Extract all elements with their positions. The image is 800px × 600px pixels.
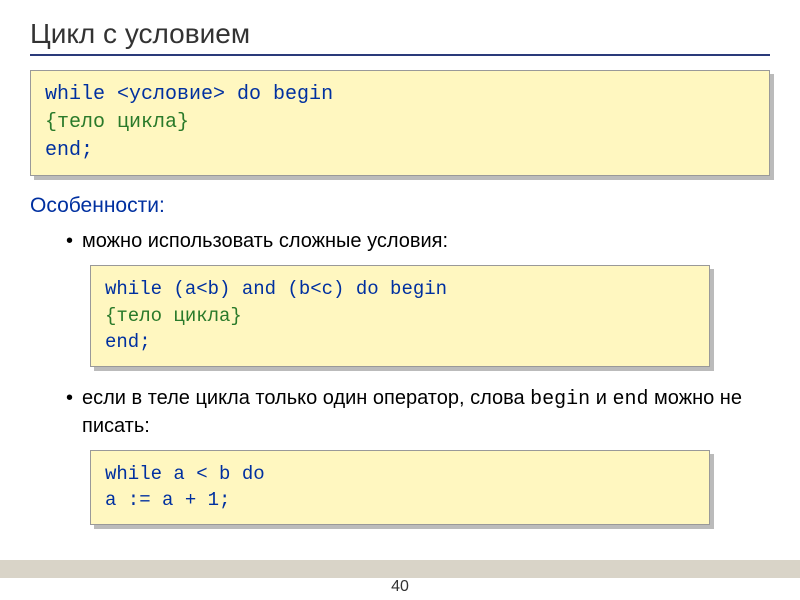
example2-code-box: while a < b do a := a + 1;	[90, 450, 710, 525]
slide-content: Цикл с условием while <условие> do begin…	[0, 0, 800, 525]
code-inline: begin	[530, 388, 590, 411]
code-inline: end	[612, 388, 648, 411]
slide-title: Цикл с условием	[30, 18, 770, 50]
bullet-item: можно использовать сложные условия:	[66, 228, 770, 255]
code-condition: <условие>	[117, 83, 225, 106]
code-text: while	[45, 83, 117, 106]
code-line: while (a<b) and (b<c) do begin	[105, 276, 695, 303]
code-line: end;	[105, 329, 695, 356]
title-underline	[30, 54, 770, 56]
code-line: {тело цикла}	[45, 109, 755, 137]
code-line: a := a + 1;	[105, 487, 695, 514]
code-line: while a < b do	[105, 461, 695, 488]
syntax-code-box: while <условие> do begin {тело цикла} en…	[30, 70, 770, 176]
bullet-item: если в теле цикла только один оператор, …	[66, 385, 770, 440]
code-line: while <условие> do begin	[45, 81, 755, 109]
code-text: do begin	[225, 83, 333, 106]
code-line: {тело цикла}	[105, 303, 695, 330]
example1-code-box: while (a<b) and (b<c) do begin {тело цик…	[90, 265, 710, 367]
features-heading: Особенности:	[30, 194, 770, 218]
bullet-text: и	[590, 387, 612, 409]
footer-band	[0, 560, 800, 578]
slide-number: 40	[391, 578, 409, 596]
bullet-text: если в теле цикла только один оператор, …	[82, 387, 530, 409]
code-line: end;	[45, 137, 755, 165]
